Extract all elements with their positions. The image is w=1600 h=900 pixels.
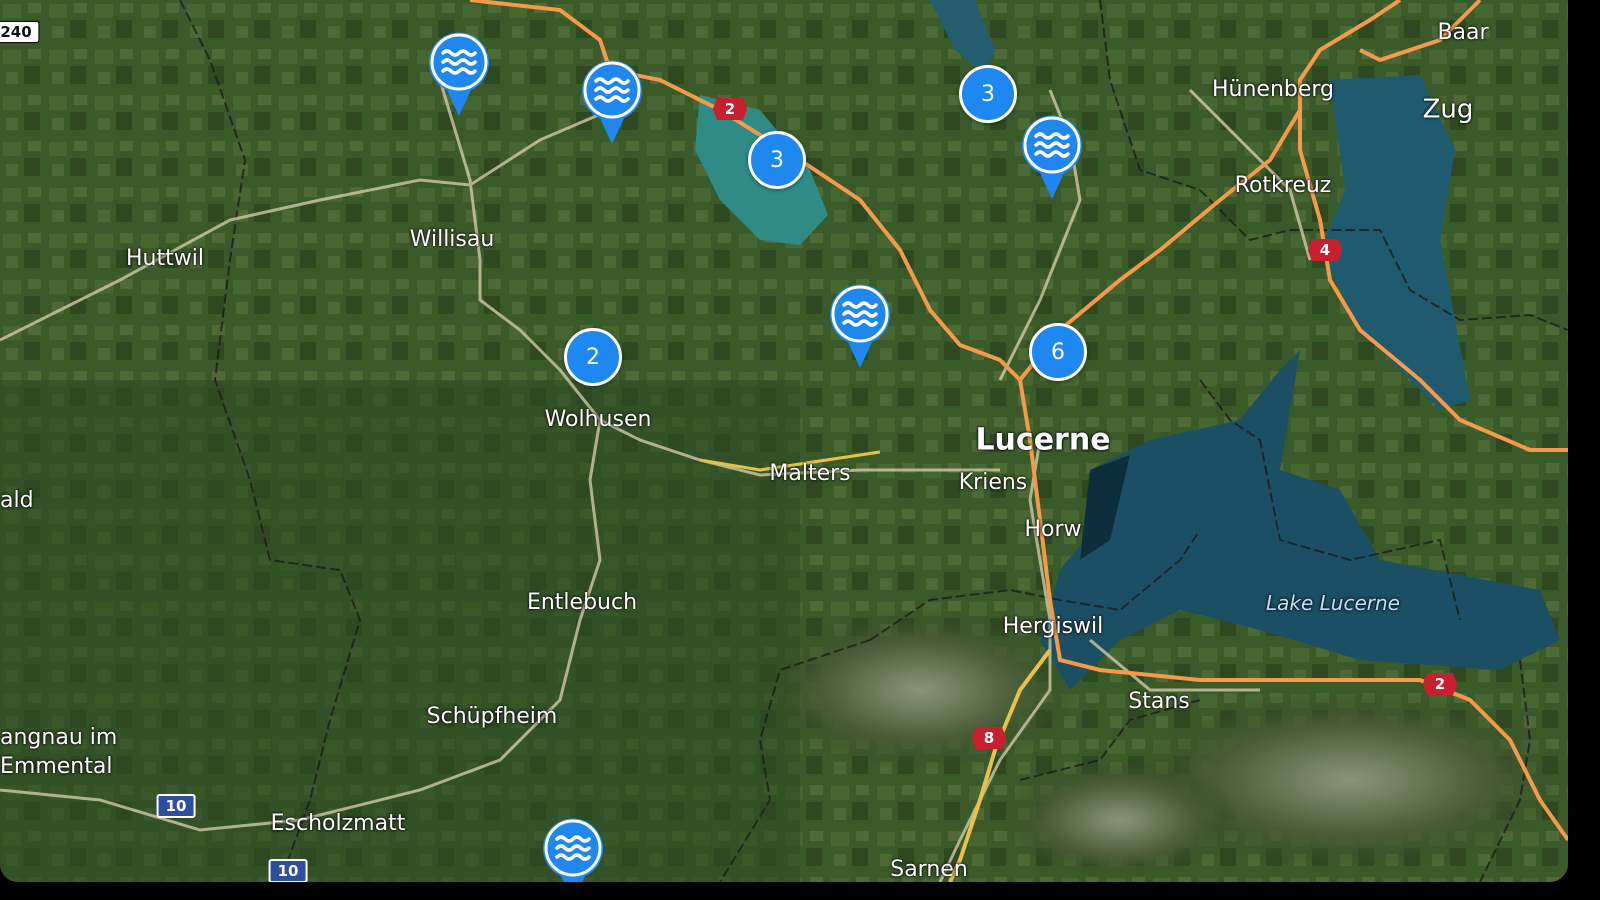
place-label-horw: Horw (1024, 516, 1082, 542)
water-label-lake-lucerne: Lake Lucerne (1266, 591, 1400, 615)
place-label-huttwil: Huttwil (126, 245, 204, 271)
cluster-marker[interactable]: 3 (959, 65, 1017, 123)
place-label-lucerne: Lucerne (975, 422, 1111, 458)
station-pin[interactable] (828, 284, 892, 370)
place-label-escholzmatt: Escholzmatt (270, 810, 406, 836)
place-label-zug: Zug (1422, 94, 1474, 125)
road-shield-a4: 4 (1307, 239, 1343, 261)
place-label-stans: Stans (1128, 688, 1190, 714)
cluster-marker[interactable]: 2 (564, 328, 622, 386)
road-shield-a2-east: 2 (1422, 673, 1458, 695)
place-label-langnau-line1: angnau im (0, 724, 118, 750)
place-label-malters: Malters (769, 460, 851, 486)
cluster-marker[interactable]: 6 (1029, 323, 1087, 381)
map-view[interactable]: Huttwil Willisau Wolhusen Malters Lucern… (0, 0, 1568, 882)
place-label-willisau: Willisau (409, 226, 495, 252)
water-waves-icon (1022, 115, 1082, 199)
road-shield-a8: 8 (971, 727, 1007, 749)
road-shield-240: 240 (0, 21, 40, 43)
water-waves-icon (830, 284, 890, 368)
place-label-ald: ald (0, 487, 34, 513)
place-label-langnau-line2: Emmental (0, 753, 113, 779)
water-waves-icon (543, 818, 603, 882)
road-shield-10-a: 10 (156, 794, 196, 818)
place-label-baar: Baar (1437, 19, 1489, 45)
station-pin[interactable] (541, 818, 605, 882)
mountain-south (1000, 760, 1240, 880)
water-waves-icon (429, 32, 489, 117)
station-pin[interactable] (1020, 115, 1084, 201)
road-shield-a2-north: 2 (712, 98, 748, 120)
water-waves-icon (582, 60, 642, 145)
place-label-wolhusen: Wolhusen (544, 406, 652, 432)
road-shield-10-b: 10 (268, 859, 308, 882)
place-label-sarnen: Sarnen (890, 856, 968, 882)
place-label-entlebuch: Entlebuch (526, 589, 638, 615)
place-label-rotkreuz: Rotkreuz (1234, 172, 1332, 198)
place-label-kriens: Kriens (958, 469, 1028, 495)
place-label-hergiswil: Hergiswil (1002, 613, 1104, 639)
cluster-marker[interactable]: 3 (748, 131, 806, 189)
place-label-schupfheim: Schüpfheim (426, 703, 558, 729)
station-pin[interactable] (580, 60, 644, 146)
place-label-hunenberg: Hünenberg (1211, 76, 1335, 102)
station-pin[interactable] (427, 32, 491, 118)
